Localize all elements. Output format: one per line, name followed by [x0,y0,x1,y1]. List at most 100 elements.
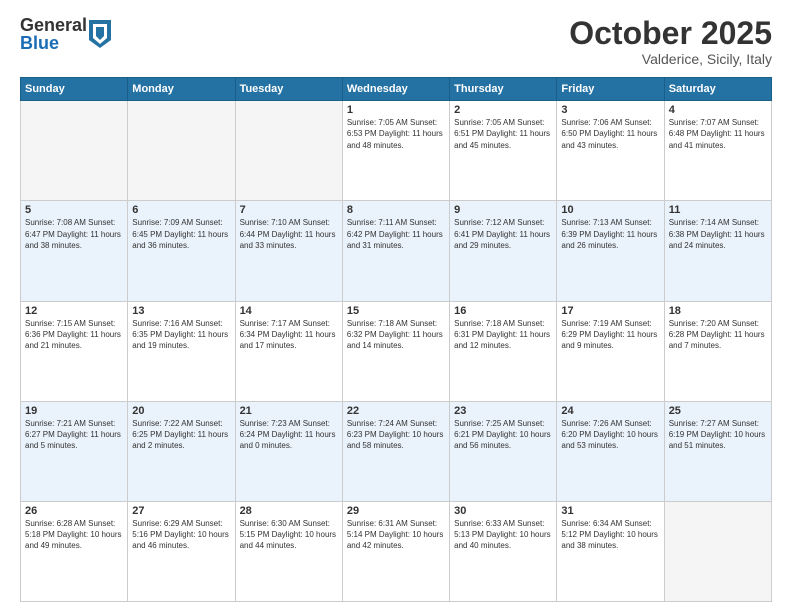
calendar-cell: 7Sunrise: 7:10 AM Sunset: 6:44 PM Daylig… [235,201,342,301]
calendar-cell: 15Sunrise: 7:18 AM Sunset: 6:32 PM Dayli… [342,301,449,401]
calendar-week-3: 19Sunrise: 7:21 AM Sunset: 6:27 PM Dayli… [21,401,772,501]
day-number: 25 [669,405,767,417]
calendar-week-2: 12Sunrise: 7:15 AM Sunset: 6:36 PM Dayli… [21,301,772,401]
day-number: 21 [240,405,338,417]
calendar-cell: 10Sunrise: 7:13 AM Sunset: 6:39 PM Dayli… [557,201,664,301]
day-number: 12 [25,305,123,317]
calendar-cell: 17Sunrise: 7:19 AM Sunset: 6:29 PM Dayli… [557,301,664,401]
day-number: 1 [347,104,445,116]
calendar-cell: 20Sunrise: 7:22 AM Sunset: 6:25 PM Dayli… [128,401,235,501]
day-info: Sunrise: 7:18 AM Sunset: 6:32 PM Dayligh… [347,318,445,352]
calendar-cell: 24Sunrise: 7:26 AM Sunset: 6:20 PM Dayli… [557,401,664,501]
calendar-cell [664,501,771,601]
day-info: Sunrise: 7:16 AM Sunset: 6:35 PM Dayligh… [132,318,230,352]
day-info: Sunrise: 7:25 AM Sunset: 6:21 PM Dayligh… [454,418,552,452]
calendar-cell: 27Sunrise: 6:29 AM Sunset: 5:16 PM Dayli… [128,501,235,601]
calendar-cell: 23Sunrise: 7:25 AM Sunset: 6:21 PM Dayli… [450,401,557,501]
logo-general: General [20,16,87,34]
day-info: Sunrise: 7:21 AM Sunset: 6:27 PM Dayligh… [25,418,123,452]
day-info: Sunrise: 7:11 AM Sunset: 6:42 PM Dayligh… [347,217,445,251]
calendar-cell: 1Sunrise: 7:05 AM Sunset: 6:53 PM Daylig… [342,101,449,201]
day-info: Sunrise: 7:05 AM Sunset: 6:53 PM Dayligh… [347,117,445,151]
month-title: October 2025 [569,16,772,51]
day-info: Sunrise: 7:24 AM Sunset: 6:23 PM Dayligh… [347,418,445,452]
day-info: Sunrise: 7:26 AM Sunset: 6:20 PM Dayligh… [561,418,659,452]
calendar-cell: 26Sunrise: 6:28 AM Sunset: 5:18 PM Dayli… [21,501,128,601]
calendar-cell [128,101,235,201]
logo-icon [89,20,111,48]
day-info: Sunrise: 7:20 AM Sunset: 6:28 PM Dayligh… [669,318,767,352]
day-number: 27 [132,505,230,517]
day-number: 26 [25,505,123,517]
day-number: 20 [132,405,230,417]
day-number: 11 [669,204,767,216]
day-info: Sunrise: 7:09 AM Sunset: 6:45 PM Dayligh… [132,217,230,251]
day-number: 24 [561,405,659,417]
day-info: Sunrise: 6:33 AM Sunset: 5:13 PM Dayligh… [454,518,552,552]
calendar-cell: 3Sunrise: 7:06 AM Sunset: 6:50 PM Daylig… [557,101,664,201]
day-number: 28 [240,505,338,517]
day-number: 23 [454,405,552,417]
calendar-cell: 31Sunrise: 6:34 AM Sunset: 5:12 PM Dayli… [557,501,664,601]
day-header-wednesday: Wednesday [342,78,449,101]
day-info: Sunrise: 6:30 AM Sunset: 5:15 PM Dayligh… [240,518,338,552]
calendar-cell: 16Sunrise: 7:18 AM Sunset: 6:31 PM Dayli… [450,301,557,401]
calendar-table: SundayMondayTuesdayWednesdayThursdayFrid… [20,77,772,602]
day-number: 30 [454,505,552,517]
calendar-cell: 28Sunrise: 6:30 AM Sunset: 5:15 PM Dayli… [235,501,342,601]
day-header-monday: Monday [128,78,235,101]
calendar-cell: 18Sunrise: 7:20 AM Sunset: 6:28 PM Dayli… [664,301,771,401]
day-number: 22 [347,405,445,417]
calendar-cell: 14Sunrise: 7:17 AM Sunset: 6:34 PM Dayli… [235,301,342,401]
day-number: 15 [347,305,445,317]
calendar-cell: 11Sunrise: 7:14 AM Sunset: 6:38 PM Dayli… [664,201,771,301]
day-info: Sunrise: 7:12 AM Sunset: 6:41 PM Dayligh… [454,217,552,251]
day-number: 5 [25,204,123,216]
header: General Blue October 2025 Valderice, Sic… [20,16,772,67]
day-info: Sunrise: 7:17 AM Sunset: 6:34 PM Dayligh… [240,318,338,352]
day-number: 13 [132,305,230,317]
day-info: Sunrise: 7:18 AM Sunset: 6:31 PM Dayligh… [454,318,552,352]
calendar-header-row: SundayMondayTuesdayWednesdayThursdayFrid… [21,78,772,101]
day-info: Sunrise: 7:07 AM Sunset: 6:48 PM Dayligh… [669,117,767,151]
calendar-week-1: 5Sunrise: 7:08 AM Sunset: 6:47 PM Daylig… [21,201,772,301]
calendar-cell: 12Sunrise: 7:15 AM Sunset: 6:36 PM Dayli… [21,301,128,401]
calendar-cell: 22Sunrise: 7:24 AM Sunset: 6:23 PM Dayli… [342,401,449,501]
day-info: Sunrise: 7:05 AM Sunset: 6:51 PM Dayligh… [454,117,552,151]
day-info: Sunrise: 7:15 AM Sunset: 6:36 PM Dayligh… [25,318,123,352]
logo-text: General Blue [20,16,87,52]
day-header-sunday: Sunday [21,78,128,101]
day-number: 9 [454,204,552,216]
day-number: 16 [454,305,552,317]
title-block: October 2025 Valderice, Sicily, Italy [569,16,772,67]
day-info: Sunrise: 7:13 AM Sunset: 6:39 PM Dayligh… [561,217,659,251]
calendar-week-4: 26Sunrise: 6:28 AM Sunset: 5:18 PM Dayli… [21,501,772,601]
day-number: 14 [240,305,338,317]
day-info: Sunrise: 6:31 AM Sunset: 5:14 PM Dayligh… [347,518,445,552]
day-number: 29 [347,505,445,517]
day-number: 2 [454,104,552,116]
day-number: 8 [347,204,445,216]
day-info: Sunrise: 7:19 AM Sunset: 6:29 PM Dayligh… [561,318,659,352]
day-info: Sunrise: 7:27 AM Sunset: 6:19 PM Dayligh… [669,418,767,452]
day-number: 10 [561,204,659,216]
day-info: Sunrise: 7:14 AM Sunset: 6:38 PM Dayligh… [669,217,767,251]
day-info: Sunrise: 6:34 AM Sunset: 5:12 PM Dayligh… [561,518,659,552]
day-number: 4 [669,104,767,116]
day-number: 19 [25,405,123,417]
calendar-cell: 25Sunrise: 7:27 AM Sunset: 6:19 PM Dayli… [664,401,771,501]
calendar-cell [235,101,342,201]
day-info: Sunrise: 7:06 AM Sunset: 6:50 PM Dayligh… [561,117,659,151]
page: General Blue October 2025 Valderice, Sic… [0,0,792,612]
logo-blue: Blue [20,34,87,52]
day-number: 31 [561,505,659,517]
day-header-thursday: Thursday [450,78,557,101]
logo: General Blue [20,16,111,52]
calendar-cell: 30Sunrise: 6:33 AM Sunset: 5:13 PM Dayli… [450,501,557,601]
calendar-cell: 9Sunrise: 7:12 AM Sunset: 6:41 PM Daylig… [450,201,557,301]
day-number: 6 [132,204,230,216]
day-header-tuesday: Tuesday [235,78,342,101]
day-info: Sunrise: 7:23 AM Sunset: 6:24 PM Dayligh… [240,418,338,452]
day-number: 18 [669,305,767,317]
calendar-week-0: 1Sunrise: 7:05 AM Sunset: 6:53 PM Daylig… [21,101,772,201]
